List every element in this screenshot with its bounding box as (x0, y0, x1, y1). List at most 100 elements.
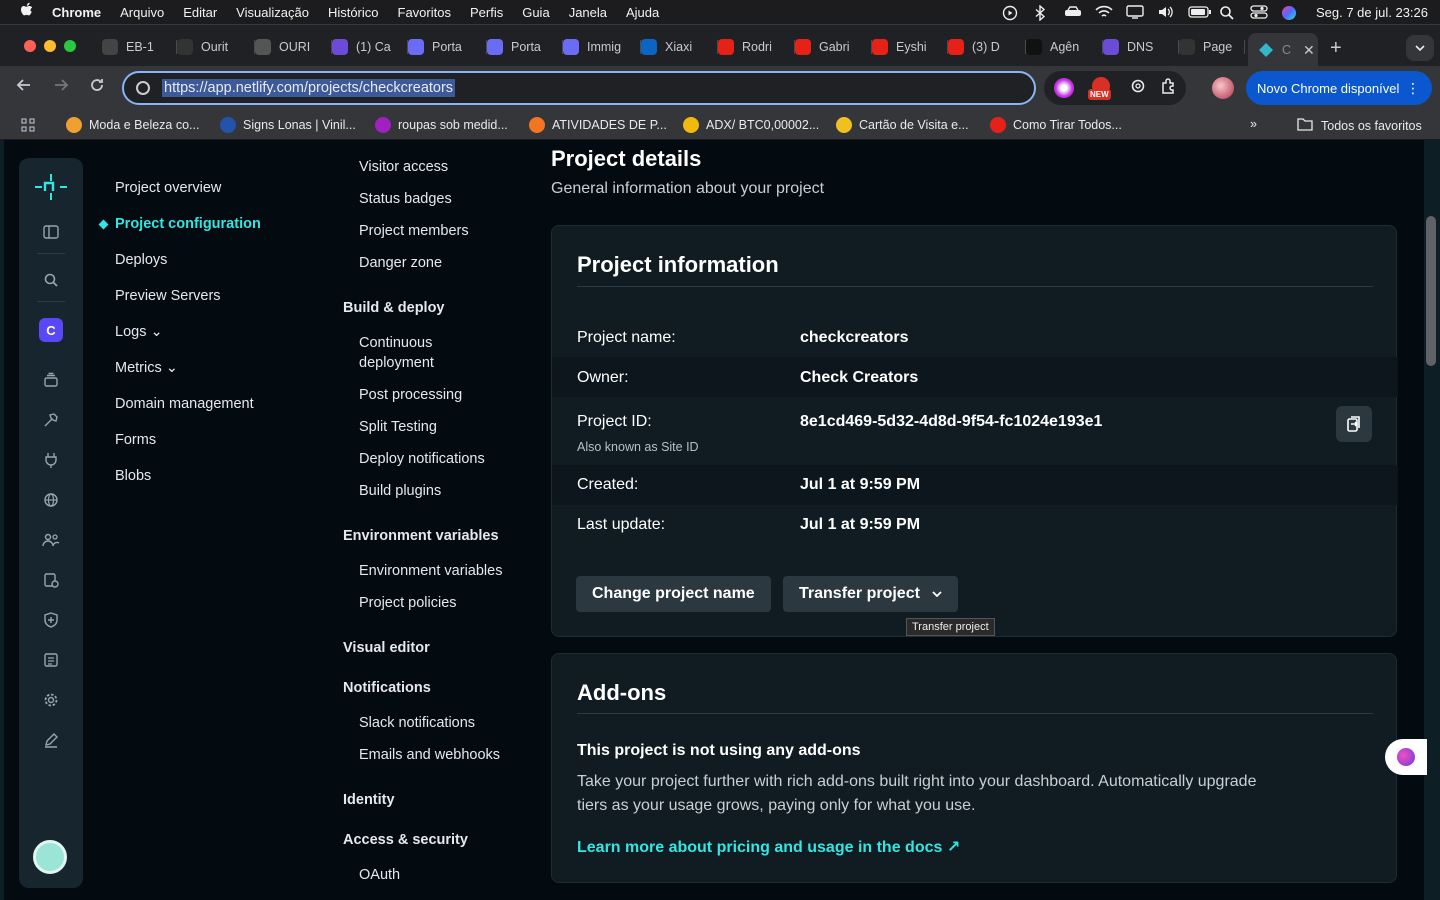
all-bookmarks-folder[interactable]: Todos os favoritos (1297, 117, 1422, 134)
tab-14[interactable]: DNS (1103, 33, 1179, 61)
subnav-danger-zone[interactable]: Danger zone (359, 253, 442, 273)
plug-icon[interactable] (39, 448, 63, 472)
subnav-continuous-deployment[interactable]: Continuous deployment (359, 333, 479, 373)
subnav-oauth[interactable]: OAuth (359, 865, 400, 885)
menu-arquivo[interactable]: Arquivo (120, 5, 164, 20)
gear-icon[interactable] (39, 688, 63, 712)
tab-4[interactable]: (1) Ca (332, 33, 408, 61)
globe-icon[interactable] (39, 488, 63, 512)
more-bookmarks-icon[interactable]: » (1250, 117, 1257, 131)
copy-project-id-button[interactable] (1336, 406, 1372, 442)
transfer-project-button[interactable]: Transfer project (783, 576, 958, 612)
bookmark-3[interactable]: roupas sob medid... (375, 117, 508, 133)
extension-purple-icon[interactable] (1054, 78, 1074, 98)
tab-8[interactable]: Xiaxi (641, 33, 718, 61)
volume-icon[interactable] (1157, 5, 1173, 19)
netlify-logo-icon[interactable] (33, 172, 69, 202)
sidebar-toggle-icon[interactable] (39, 220, 63, 244)
close-tab-icon[interactable]: ✕ (1303, 42, 1315, 59)
tab-7[interactable]: Immig (563, 33, 641, 61)
tab-5[interactable]: Porta (408, 33, 487, 61)
sidebar-item-logs[interactable]: Logs ⌄ (115, 324, 163, 340)
docs-icon[interactable] (39, 648, 63, 672)
subnav-project-members[interactable]: Project members (359, 221, 469, 241)
addons-docs-link[interactable]: Learn more about pricing and usage in th… (577, 837, 960, 857)
tab-2[interactable]: Ourit (177, 33, 255, 61)
subnav-project-policies[interactable]: Project policies (359, 593, 457, 613)
play-icon[interactable] (1002, 5, 1018, 21)
address-bar[interactable]: https://app.netlify.com/projects/checkcr… (122, 71, 1036, 105)
tab-10[interactable]: Gabri (795, 33, 872, 61)
tab-11[interactable]: Eyshi (872, 33, 948, 61)
subnav-build-plugins[interactable]: Build plugins (359, 481, 441, 501)
profile-avatar[interactable] (1212, 77, 1234, 99)
tab-active[interactable]: C ✕ (1248, 33, 1318, 67)
new-tab-button[interactable]: + (1330, 37, 1342, 60)
menu-guia[interactable]: Guia (522, 5, 549, 20)
subnav-identity[interactable]: Identity (343, 792, 395, 808)
subnav-environment-variables[interactable]: Environment variables (359, 561, 502, 581)
subnav-visual-editor[interactable]: Visual editor (343, 640, 430, 656)
sidebar-item-domain-management[interactable]: Domain management (115, 396, 254, 412)
battery-icon[interactable] (1188, 5, 1211, 19)
menu-perfis[interactable]: Perfis (470, 5, 503, 20)
menu-historico[interactable]: Histórico (328, 5, 379, 20)
subnav-build-deploy[interactable]: Build & deploy (343, 300, 445, 316)
menu-chrome[interactable]: Chrome (52, 5, 101, 20)
tab-15[interactable]: Page (1179, 33, 1245, 61)
floating-assistant-button[interactable] (1385, 739, 1427, 775)
apps-grid-icon[interactable] (20, 117, 36, 133)
subnav-visitor-access[interactable]: Visitor access (359, 157, 448, 177)
bookmark-4[interactable]: ATIVIDADES DE P... (529, 117, 667, 133)
subnav-slack-notifications[interactable]: Slack notifications (359, 713, 475, 733)
car-icon[interactable] (1064, 5, 1081, 19)
tab-9[interactable]: Rodri (718, 33, 795, 61)
site-info-icon[interactable] (136, 81, 150, 95)
menu-ajuda[interactable]: Ajuda (626, 5, 659, 20)
shield-icon[interactable] (39, 608, 63, 632)
subnav-status-badges[interactable]: Status badges (359, 189, 452, 209)
menu-janela[interactable]: Janela (569, 5, 607, 20)
subnav-notifications[interactable]: Notifications (343, 680, 431, 696)
address-url[interactable]: https://app.netlify.com/projects/checkcr… (162, 79, 456, 97)
pencil-icon[interactable] (39, 728, 63, 752)
menu-editar[interactable]: Editar (183, 5, 217, 20)
sidebar-item-preview-servers[interactable]: Preview Servers (115, 288, 221, 304)
reload-icon[interactable] (89, 77, 105, 98)
subnav-deploy-notifications[interactable]: Deploy notifications (359, 449, 485, 469)
user-avatar[interactable] (33, 840, 67, 874)
tab-search-button[interactable] (1406, 35, 1434, 61)
hammer-icon[interactable] (39, 408, 63, 432)
layers-icon[interactable] (39, 368, 63, 392)
apple-icon[interactable] (18, 2, 36, 22)
bookmark-6[interactable]: Cartão de Visita e... (836, 117, 969, 133)
bluetooth-icon[interactable] (1033, 4, 1049, 22)
update-chrome-button[interactable]: Novo Chrome disponível ⋮ (1246, 71, 1432, 105)
menubar-clock[interactable]: Seg. 7 de jul. 23:26 (1316, 5, 1428, 20)
users-icon[interactable] (39, 528, 63, 552)
bookmark-1[interactable]: Moda e Beleza co... (66, 117, 199, 133)
sidebar-item-deploys[interactable]: Deploys (115, 252, 167, 268)
sidebar-item-forms[interactable]: Forms (115, 432, 156, 448)
page-scrollbar[interactable] (1426, 216, 1436, 366)
control-center-icon[interactable] (1250, 5, 1268, 19)
forward-icon[interactable] (53, 77, 69, 98)
subnav-environment-variables-section[interactable]: Environment variables (343, 528, 499, 544)
puzzle-icon[interactable] (1160, 77, 1178, 100)
minimize-window-button[interactable] (44, 40, 56, 52)
tab-3[interactable]: OURI (255, 33, 332, 61)
kebab-menu-icon[interactable]: ⋮ (1406, 80, 1420, 97)
screen-mirror-icon[interactable] (1126, 5, 1144, 19)
subnav-split-testing[interactable]: Split Testing (359, 417, 437, 437)
subnav-post-processing[interactable]: Post processing (359, 385, 462, 405)
siri-icon[interactable] (1281, 5, 1297, 20)
change-project-name-button[interactable]: Change project name (576, 576, 771, 612)
subnav-emails-webhooks[interactable]: Emails and webhooks (359, 745, 500, 765)
menu-visualizacao[interactable]: Visualização (236, 5, 309, 20)
tab-1[interactable]: EB-1 (102, 33, 177, 61)
search-icon[interactable] (39, 268, 63, 292)
menu-favoritos[interactable]: Favoritos (398, 5, 451, 20)
value-project-id[interactable]: 8e1cd469-5d32-4d8d-9f54-fc1024e193e1 (800, 413, 1102, 431)
sidebar-item-project-overview[interactable]: Project overview (115, 180, 221, 196)
bookmark-2[interactable]: Signs Lonas | Vinil... (220, 117, 356, 133)
